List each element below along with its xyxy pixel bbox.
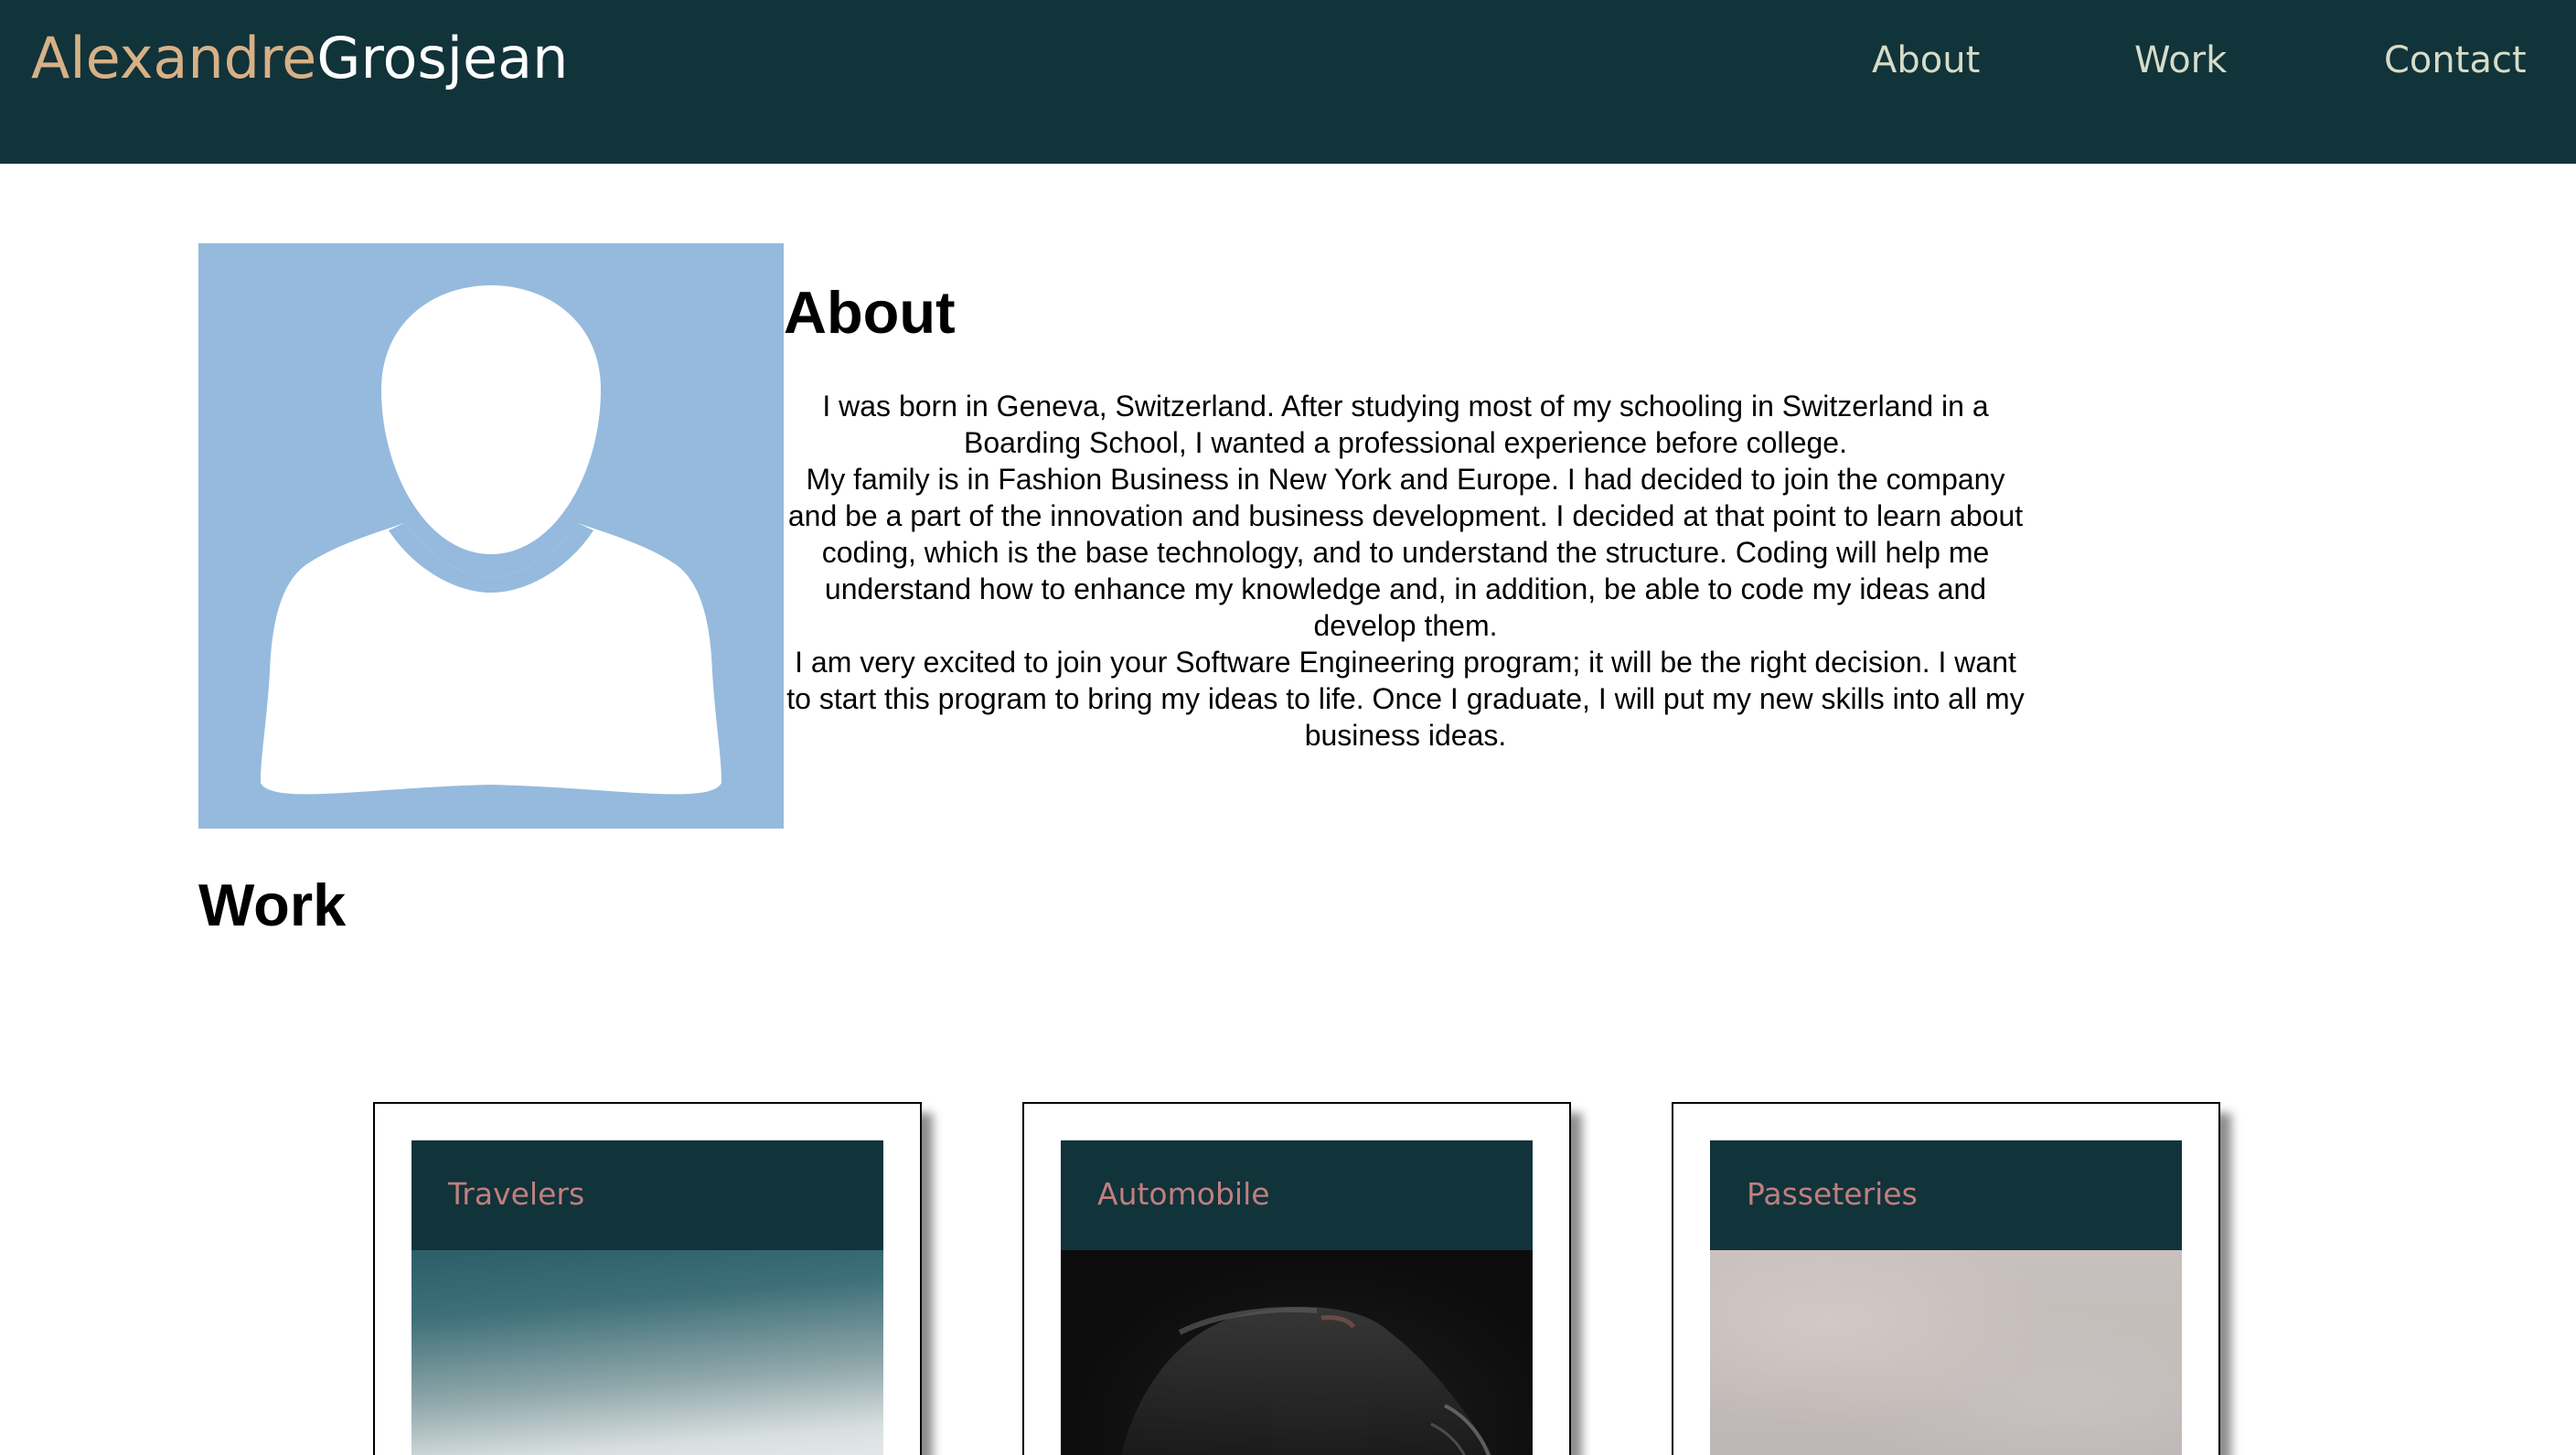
site-header: AlexandreGrosjean About Work Contact <box>0 0 2576 164</box>
nav-link-about[interactable]: About <box>1872 35 1980 86</box>
project-title[interactable]: Passeteries <box>1747 1173 1918 1215</box>
project-card-header: Automobile <box>1061 1140 1533 1250</box>
project-card-header: Passeteries <box>1710 1140 2182 1250</box>
project-card-passeteries[interactable]: Passeteries <box>1672 1102 2220 1455</box>
nav-link-contact[interactable]: Contact <box>2384 35 2527 86</box>
project-card-travelers[interactable]: Travelers <box>373 1102 922 1455</box>
project-title[interactable]: Automobile <box>1097 1173 1270 1215</box>
project-title[interactable]: Travelers <box>448 1173 584 1215</box>
about-heading: About <box>784 279 956 346</box>
user-silhouette-icon <box>261 285 721 795</box>
project-card-automobile[interactable]: Automobile <box>1022 1102 1571 1455</box>
about-paragraph: I was born in Geneva, Switzerland. After… <box>822 390 1989 459</box>
nav-link-work[interactable]: Work <box>2134 35 2227 86</box>
site-logo[interactable]: AlexandreGrosjean <box>31 20 568 97</box>
brand-first-name: Alexandre <box>31 25 317 91</box>
about-paragraph: I am very excited to join your Software … <box>786 646 2025 752</box>
project-image[interactable] <box>1710 1250 2182 1455</box>
about-text: I was born in Geneva, Switzerland. After… <box>784 388 2027 754</box>
project-image[interactable] <box>412 1250 883 1455</box>
brand-last-name: Grosjean <box>316 25 569 91</box>
work-heading: Work <box>198 872 347 938</box>
car-photo <box>1121 1307 1492 1455</box>
project-image[interactable] <box>1061 1250 1533 1455</box>
project-card-header: Travelers <box>412 1140 883 1250</box>
about-paragraph: My family is in Fashion Business in New … <box>787 463 2024 642</box>
profile-avatar <box>198 243 784 829</box>
